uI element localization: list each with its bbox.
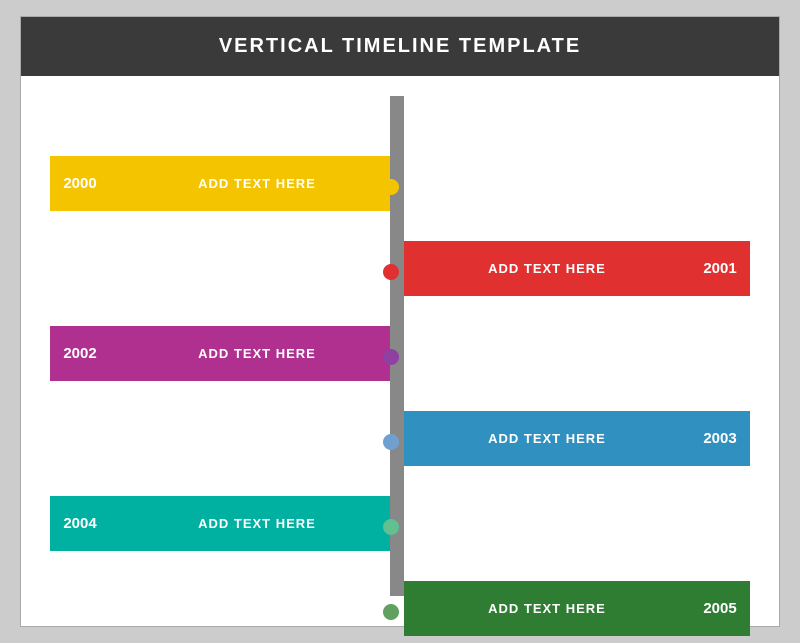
year-2003: 2003 [690,411,750,466]
dot-2004 [383,519,399,535]
title-text: VERTICAL TIMELINE TEMPLATE [219,35,581,57]
right-inner-2003: ADD TEXT HERE 2003 [404,411,750,466]
right-inner-2001: ADD TEXT HERE 2001 [404,241,750,296]
dot-2002 [383,349,399,365]
timeline-row-2001: ADD TEXT HERE 2001 [390,241,750,296]
text-2002: ADD TEXT HERE [110,326,404,381]
page-title: VERTICAL TIMELINE TEMPLATE [21,17,779,76]
year-2001: 2001 [690,241,750,296]
dot-2005 [383,604,399,620]
timeline-container: 2000 ADD TEXT HERE ADD TEXT HERE 2001 [50,96,750,596]
text-2005: ADD TEXT HERE [404,581,690,636]
year-2000: 2000 [50,156,110,211]
page: VERTICAL TIMELINE TEMPLATE 2000 ADD TEXT… [20,16,780,627]
timeline-row-2004: 2004 ADD TEXT HERE [50,496,404,551]
dot-2000 [383,179,399,195]
right-inner-2005: ADD TEXT HERE 2005 [404,581,750,636]
year-2002: 2002 [50,326,110,381]
timeline-row-2005: ADD TEXT HERE 2005 [390,581,750,636]
text-2004: ADD TEXT HERE [110,496,404,551]
timeline-row-2002: 2002 ADD TEXT HERE [50,326,404,381]
text-2001: ADD TEXT HERE [404,241,690,296]
dot-2001 [383,264,399,280]
text-2003: ADD TEXT HERE [404,411,690,466]
year-2004: 2004 [50,496,110,551]
dot-2003 [383,434,399,450]
year-2005: 2005 [690,581,750,636]
timeline-row-2000: 2000 ADD TEXT HERE [50,156,404,211]
timeline-row-2003: ADD TEXT HERE 2003 [390,411,750,466]
text-2000: ADD TEXT HERE [110,156,404,211]
